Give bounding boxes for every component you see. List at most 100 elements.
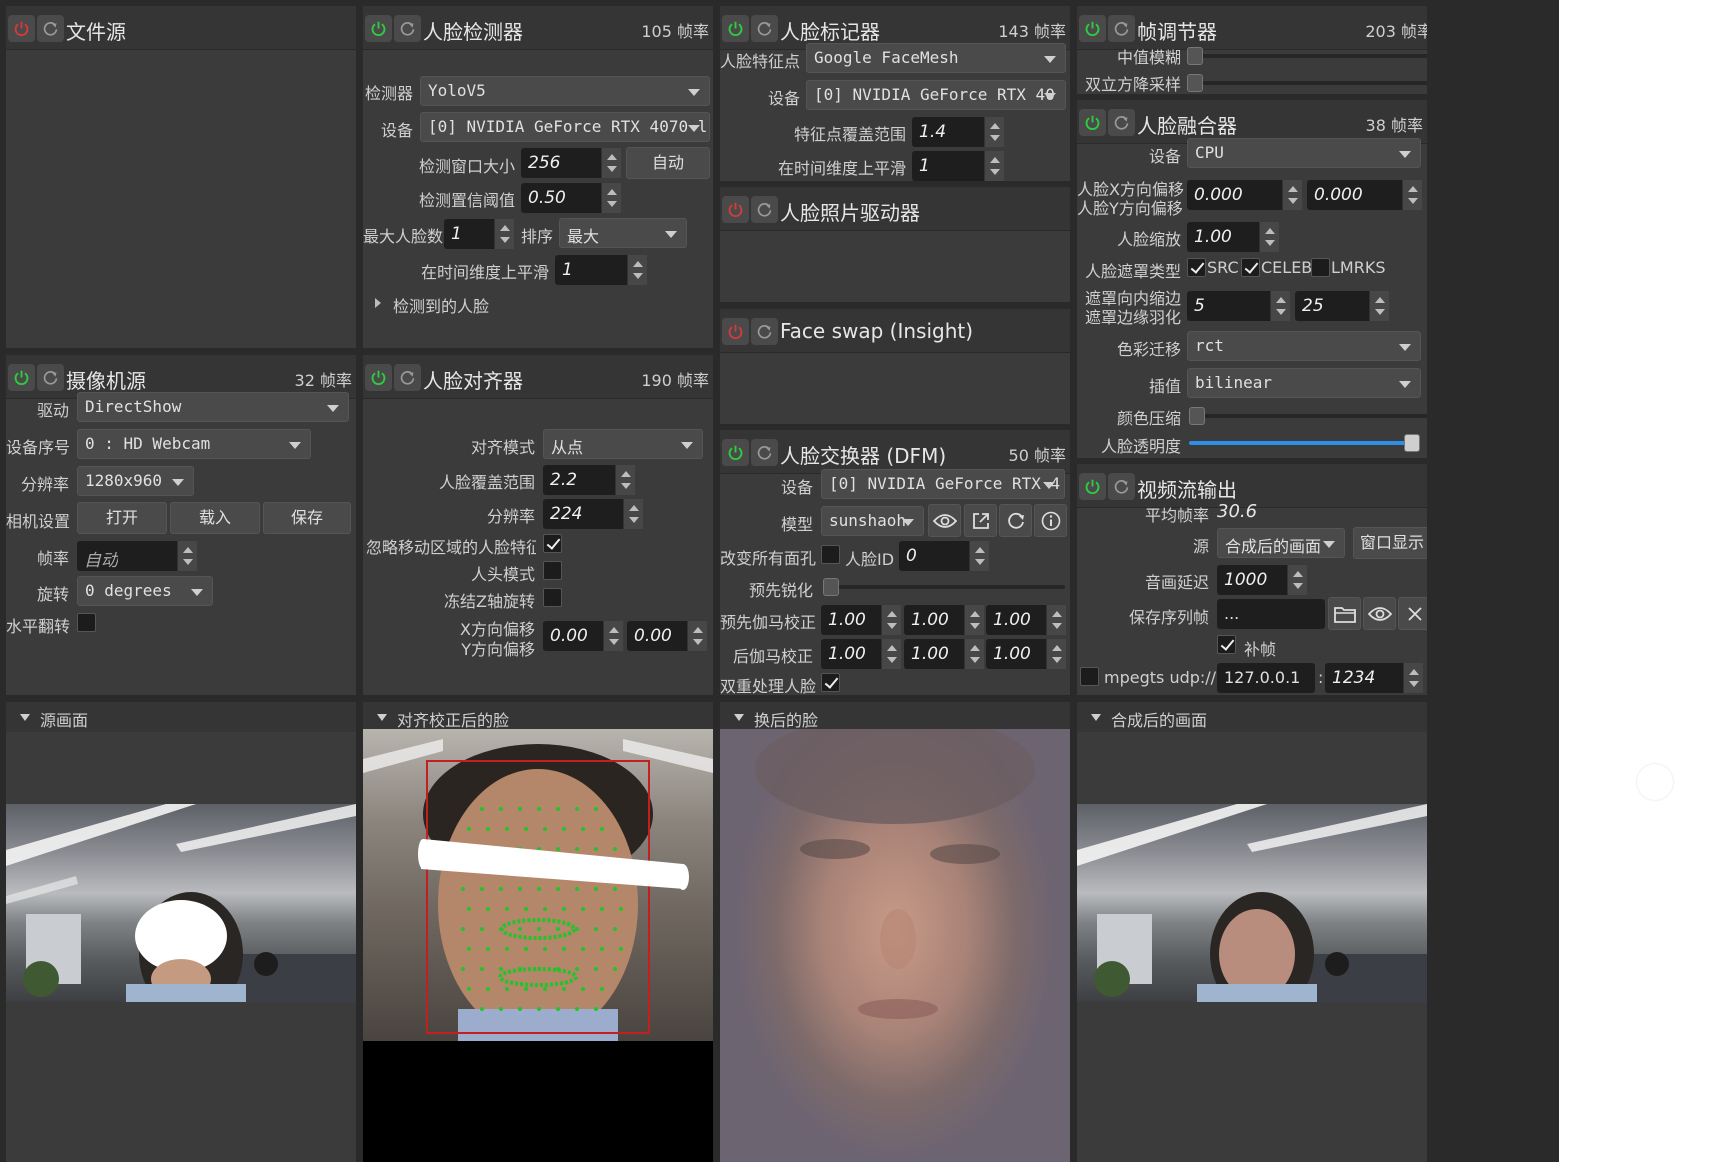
pregamma-g-spinbox[interactable]: 1.00	[904, 605, 984, 635]
erode-spinbox[interactable]: 5	[1187, 291, 1290, 321]
spin-arrows[interactable]	[1046, 605, 1066, 635]
smooth-spinbox[interactable]: 1	[555, 255, 647, 285]
load-button[interactable]: 载入	[170, 502, 260, 534]
model-info-button[interactable]	[1034, 504, 1067, 537]
spin-arrows[interactable]	[1046, 639, 1066, 669]
max-faces-spinbox[interactable]: 1	[444, 219, 514, 249]
auto-button[interactable]: 自动	[626, 147, 710, 179]
blur-spinbox[interactable]: 25	[1295, 291, 1389, 321]
color-compress-slider[interactable]	[1189, 407, 1427, 425]
align-mode-dropdown[interactable]: 从点	[543, 429, 703, 459]
preview-model-button[interactable]	[928, 504, 961, 537]
reload-button[interactable]	[751, 318, 778, 345]
reload-button[interactable]	[751, 439, 778, 466]
spin-arrows[interactable]	[984, 117, 1004, 147]
spin-arrows[interactable]	[964, 605, 984, 635]
spin-arrows[interactable]	[881, 639, 901, 669]
coverage-spinbox[interactable]: 2.2	[543, 465, 635, 495]
view-header[interactable]: 对齐校正后的脸	[363, 702, 713, 732]
spin-arrows[interactable]	[1282, 180, 1302, 210]
slider-handle[interactable]	[1187, 47, 1203, 65]
reload-button[interactable]	[37, 364, 64, 391]
pregamma-b-spinbox[interactable]: 1.00	[986, 605, 1066, 635]
ip-address-field[interactable]: 127.0.0.1	[1217, 663, 1315, 693]
clear-sequence-button[interactable]	[1398, 597, 1427, 630]
driver-dropdown[interactable]: DirectShow	[77, 392, 349, 422]
view-header[interactable]: 换后的脸	[720, 702, 1070, 732]
opacity-slider[interactable]	[1189, 434, 1421, 452]
spin-arrows[interactable]	[623, 499, 643, 529]
mask-src-checkbox[interactable]	[1187, 258, 1206, 277]
window-size-spinbox[interactable]: 256	[521, 148, 621, 178]
y-offset-spinbox[interactable]: 0.000	[1307, 180, 1422, 210]
spin-arrows[interactable]	[1270, 291, 1290, 321]
model-dropdown[interactable]: sunshaoh	[821, 506, 924, 536]
postgamma-r-spinbox[interactable]: 1.00	[821, 639, 901, 669]
browse-folder-button[interactable]	[1328, 597, 1361, 630]
power-on-button[interactable]	[365, 15, 392, 42]
spin-arrows[interactable]	[1287, 565, 1307, 595]
fps-spinbox[interactable]: 自动	[77, 541, 197, 571]
power-off-button[interactable]	[722, 318, 749, 345]
spin-arrows[interactable]	[627, 255, 647, 285]
open-model-button[interactable]	[964, 504, 997, 537]
spin-arrows[interactable]	[964, 639, 984, 669]
view-header[interactable]: 源画面	[6, 702, 356, 732]
mask-celeb-checkbox[interactable]	[1241, 258, 1260, 277]
fill-frames-checkbox[interactable]	[1217, 635, 1236, 654]
power-on-button[interactable]	[722, 15, 749, 42]
spin-arrows[interactable]	[687, 621, 707, 651]
view-sequence-button[interactable]	[1363, 597, 1396, 630]
slider-handle[interactable]	[1189, 407, 1205, 425]
reload-button[interactable]	[394, 15, 421, 42]
detected-faces-expander[interactable]: 检测到的人脸	[375, 291, 575, 316]
reload-button[interactable]	[1108, 15, 1135, 42]
device-dropdown[interactable]: [0] NVIDIA GeForce RTX 40	[806, 80, 1066, 110]
save-button[interactable]: 保存	[263, 502, 351, 534]
reload-button[interactable]	[1108, 473, 1135, 500]
spin-arrows[interactable]	[177, 541, 197, 571]
mask-lmrks-checkbox[interactable]	[1311, 258, 1330, 277]
scale-spinbox[interactable]: 1.00	[1187, 222, 1279, 252]
open-button[interactable]: 打开	[77, 502, 167, 534]
reload-button[interactable]	[751, 196, 778, 223]
freeze-z-checkbox[interactable]	[543, 588, 562, 607]
power-on-button[interactable]	[1079, 109, 1106, 136]
spin-arrows[interactable]	[603, 621, 623, 651]
ignore-moving-checkbox[interactable]	[543, 534, 562, 553]
sort-dropdown[interactable]: 最大	[559, 218, 687, 248]
spin-arrows[interactable]	[601, 183, 621, 213]
view-header[interactable]: 合成后的画面	[1077, 702, 1427, 732]
resolution-dropdown[interactable]: 1280x960	[77, 466, 194, 496]
postgamma-g-spinbox[interactable]: 1.00	[904, 639, 984, 669]
spin-arrows[interactable]	[1403, 663, 1423, 693]
postgamma-b-spinbox[interactable]: 1.00	[986, 639, 1066, 669]
landmarks-dropdown[interactable]: Google FaceMesh	[806, 43, 1066, 73]
spin-arrows[interactable]	[494, 219, 514, 249]
reload-button[interactable]	[1108, 109, 1135, 136]
threshold-spinbox[interactable]: 0.50	[521, 183, 621, 213]
power-on-button[interactable]	[365, 364, 392, 391]
power-on-button[interactable]	[722, 439, 749, 466]
spin-arrows[interactable]	[1369, 291, 1389, 321]
slider-handle[interactable]	[1187, 74, 1203, 92]
interpolation-dropdown[interactable]: bilinear	[1187, 368, 1421, 398]
source-dropdown[interactable]: 合成后的画面	[1217, 528, 1345, 558]
rotation-dropdown[interactable]: 0 degrees	[77, 576, 213, 606]
spin-arrows[interactable]	[984, 151, 1004, 181]
resolution-spinbox[interactable]: 224	[543, 499, 643, 529]
window-display-button[interactable]: 窗口显示	[1353, 527, 1427, 559]
power-off-button[interactable]	[722, 196, 749, 223]
slider-handle[interactable]	[823, 578, 839, 596]
coverage-spinbox[interactable]: 1.4	[912, 117, 1004, 147]
mpegts-checkbox[interactable]	[1080, 667, 1099, 686]
slider-handle[interactable]	[1404, 434, 1421, 452]
save-sequence-path[interactable]: ...	[1217, 599, 1325, 629]
reload-model-button[interactable]	[999, 504, 1032, 537]
spin-arrows[interactable]	[1259, 222, 1279, 252]
device-dropdown[interactable]: CPU	[1187, 138, 1421, 168]
av-delay-spinbox[interactable]: 1000	[1217, 565, 1307, 595]
reload-button[interactable]	[394, 364, 421, 391]
swap-all-checkbox[interactable]	[821, 545, 840, 564]
device-dropdown[interactable]: [0] NVIDIA GeForce RTX 4070 l	[420, 112, 710, 142]
